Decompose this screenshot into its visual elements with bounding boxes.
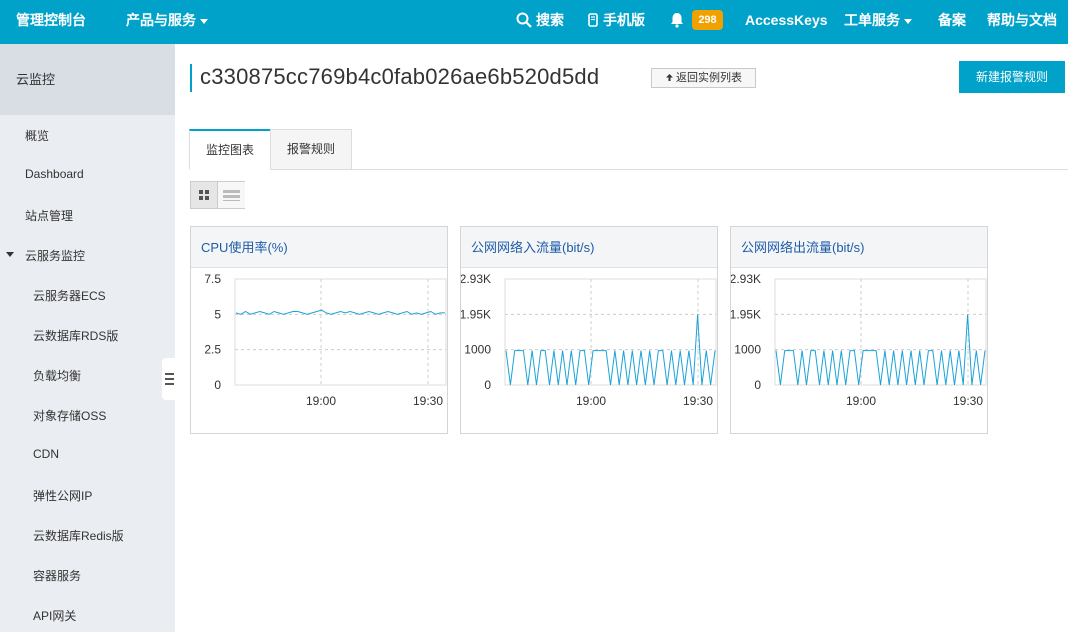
chart-title: 公网网络出流量(bit/s): [731, 227, 987, 268]
sidebar-item-redis[interactable]: 云数据库Redis版: [33, 527, 124, 544]
back-label: 返回实例列表: [676, 72, 742, 84]
y-tick-label: 0: [484, 378, 491, 392]
y-tick-label: 0: [214, 378, 221, 392]
view-toggle: [190, 181, 245, 209]
tab-alarm-rules[interactable]: 报警规则: [270, 129, 352, 170]
cpu-usage-chart: 7.5 5 2.5 0 19:00 19:30: [204, 272, 447, 408]
y-tick-label: 2.93K: [461, 272, 491, 286]
collapse-bar-icon: [165, 383, 174, 385]
phone-icon: [588, 13, 598, 27]
chart-card-cpu: CPU使用率(%) 7.5 5 2.5 0 19:00 19:30: [190, 226, 448, 434]
y-tick-label: 7.5: [204, 272, 221, 286]
x-tick-label: 19:30: [953, 394, 983, 408]
grid-icon: [199, 190, 209, 200]
sidebar-item-container-service[interactable]: 容器服务: [33, 567, 81, 584]
products-menu-label: 产品与服务: [126, 12, 196, 28]
sidebar-item-rds[interactable]: 云数据库RDS版: [33, 327, 118, 344]
plot-area: [774, 278, 987, 386]
x-tick-label: 19:00: [846, 394, 876, 408]
plot-area: [234, 278, 447, 386]
y-tick-label: 0: [754, 378, 761, 392]
chevron-down-icon: [904, 18, 912, 24]
arrow-up-icon: [666, 74, 673, 81]
list-view-button[interactable]: [218, 182, 245, 208]
y-tick-label: 5: [214, 307, 221, 321]
search-link[interactable]: 搜索: [516, 0, 564, 44]
y-tick-label: 1.95K: [461, 307, 491, 321]
sidebar-item-cdn[interactable]: CDN: [33, 447, 59, 461]
y-tick-label: 2.93K: [731, 272, 761, 286]
search-label: 搜索: [536, 12, 564, 28]
back-to-instances-button[interactable]: 返回实例列表: [651, 68, 756, 88]
chart-card-outbound-traffic: 公网网络出流量(bit/s) 2.93K 1.95K 1000 0 19:00 19:30: [730, 226, 988, 434]
chart-title: 公网网络入流量(bit/s): [461, 227, 717, 268]
tickets-menu[interactable]: 工单服务: [844, 0, 912, 44]
sidebar-item-cloud-service-monitor[interactable]: 云服务监控: [25, 247, 85, 264]
products-menu[interactable]: 产品与服务: [126, 0, 208, 44]
plot-area: [504, 278, 717, 386]
mobile-link[interactable]: 手机版: [588, 0, 645, 44]
record-link[interactable]: 备案: [938, 0, 966, 44]
sidebar-item-overview[interactable]: 概览: [25, 127, 49, 144]
top-navbar: 管理控制台 产品与服务 搜索 手机版 298 AccessKeys 工单服务 备…: [0, 0, 1068, 44]
expand-triangle-icon[interactable]: [6, 252, 14, 257]
inbound-traffic-chart: 2.93K 1.95K 1000 0 19:00 19:30: [461, 272, 717, 408]
sidebar-item-site-management[interactable]: 站点管理: [25, 207, 73, 224]
series-line: [235, 309, 445, 315]
accesskeys-link[interactable]: AccessKeys: [745, 0, 828, 44]
sidebar-item-oss[interactable]: 对象存储OSS: [33, 407, 106, 424]
sidebar-item-api-gateway[interactable]: API网关: [33, 607, 76, 624]
y-tick-label: 1000: [734, 343, 761, 357]
help-docs-link[interactable]: 帮助与文档: [987, 0, 1057, 44]
tab-monitor-charts[interactable]: 监控图表: [189, 129, 271, 170]
sidebar-item-eip[interactable]: 弹性公网IP: [33, 487, 92, 504]
y-tick-label: 2.5: [204, 343, 221, 357]
list-icon: [223, 190, 240, 201]
x-tick-label: 19:30: [683, 394, 713, 408]
bell-icon: [671, 13, 683, 28]
title-accent-bar: [190, 64, 192, 92]
collapse-bar-icon: [165, 373, 174, 375]
collapse-bar-icon: [165, 378, 174, 380]
chart-title: CPU使用率(%): [191, 227, 447, 268]
page-title: c330875cc769b4c0fab026ae6b520d5dd: [200, 64, 600, 89]
console-home-link[interactable]: 管理控制台: [16, 0, 86, 44]
sidebar-item-dashboard[interactable]: Dashboard: [25, 167, 84, 181]
sidebar-collapse-handle[interactable]: [162, 358, 176, 400]
sidebar: 云监控 概览 Dashboard 站点管理 云服务监控 云服务器ECS 云数据库…: [0, 44, 175, 632]
notification-count-badge[interactable]: 298: [692, 10, 723, 30]
sidebar-item-ecs[interactable]: 云服务器ECS: [33, 287, 106, 304]
y-tick-label: 1.95K: [731, 307, 761, 321]
search-icon: [516, 12, 532, 28]
x-tick-label: 19:00: [576, 394, 606, 408]
notifications-button[interactable]: [670, 0, 684, 44]
sidebar-header: 云监控: [0, 44, 175, 115]
grid-view-button[interactable]: [191, 182, 218, 208]
new-alarm-rule-button[interactable]: 新建报警规则: [959, 61, 1065, 93]
chevron-down-icon: [200, 18, 208, 24]
x-tick-label: 19:30: [413, 394, 443, 408]
chart-card-inbound-traffic: 公网网络入流量(bit/s) 2.93K 1.95K 1000 0 19:00 19:30: [460, 226, 718, 434]
outbound-traffic-chart: 2.93K 1.95K 1000 0 19:00 19:30: [731, 272, 987, 408]
tickets-menu-label: 工单服务: [844, 12, 900, 28]
sidebar-item-slb[interactable]: 负载均衡: [33, 367, 81, 384]
mobile-label: 手机版: [603, 12, 645, 28]
y-tick-label: 1000: [464, 343, 491, 357]
x-tick-label: 19:00: [306, 394, 336, 408]
